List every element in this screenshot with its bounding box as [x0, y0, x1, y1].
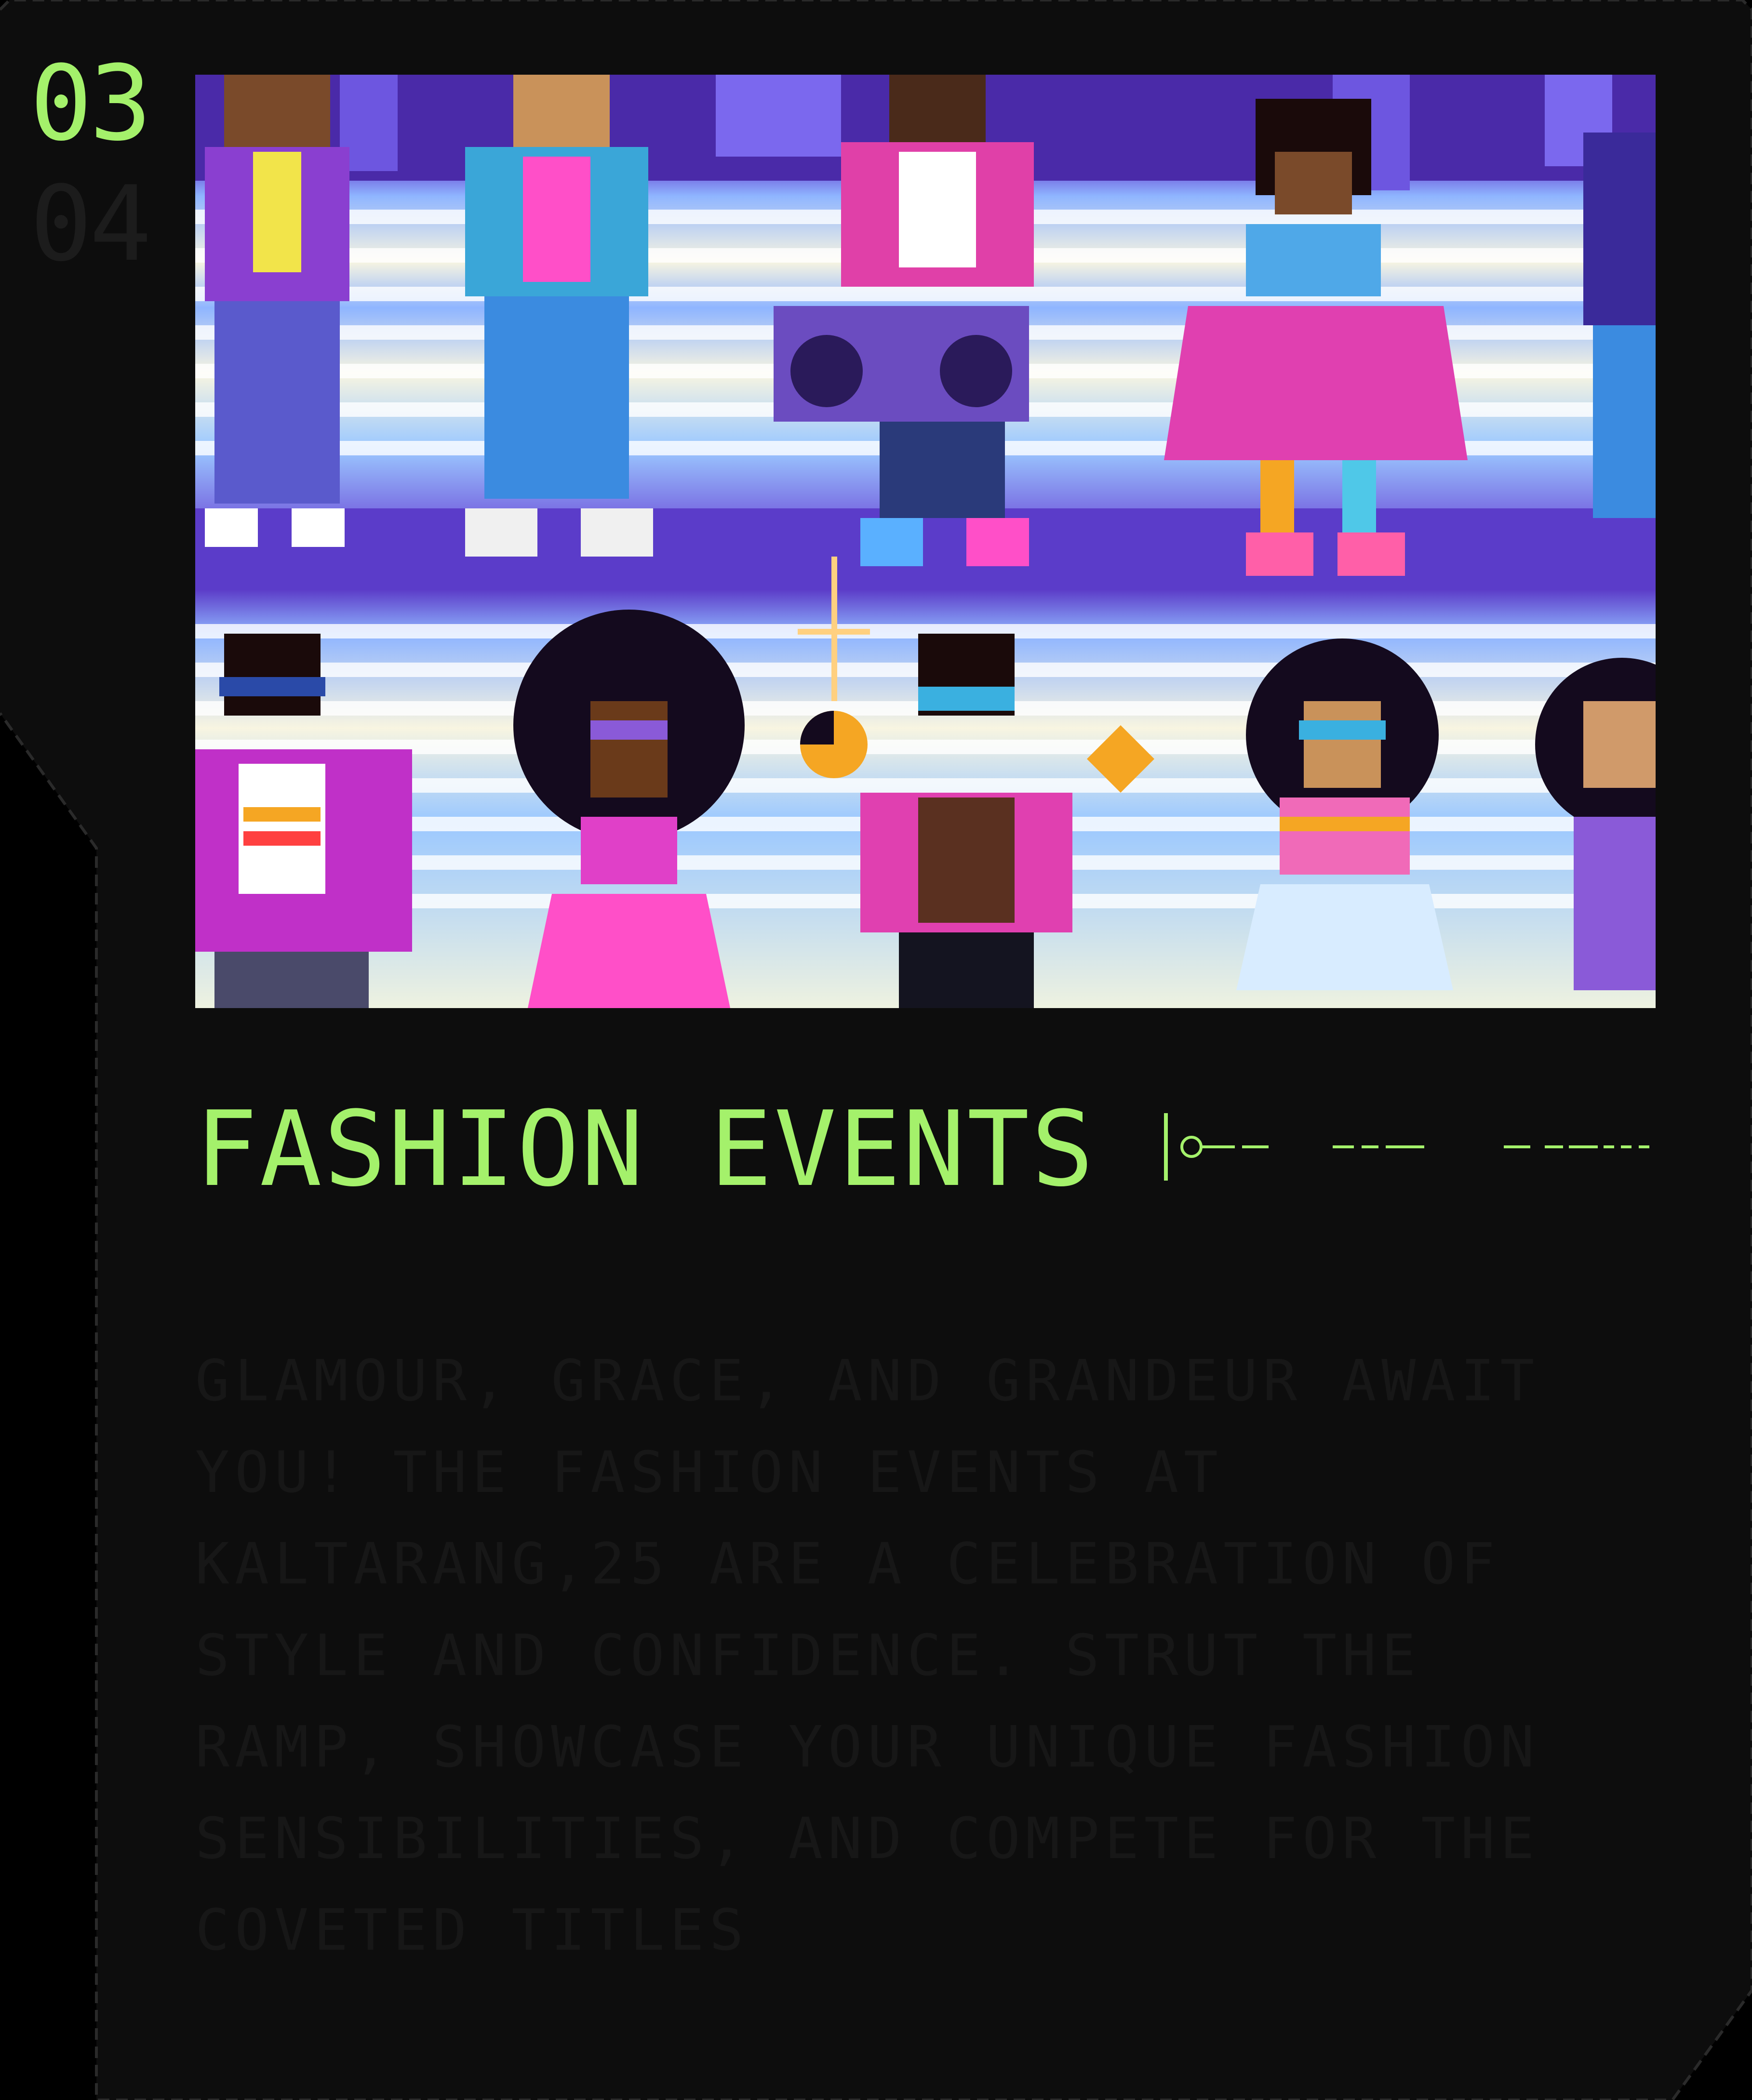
event-title: FASHION EVENTS [195, 1089, 1096, 1209]
event-description: GLAMOUR, GRACE, AND GRANDEUR AWAIT YOU! … [195, 1347, 1540, 1963]
event-image [195, 75, 1656, 1008]
step-indicator: 03 04 [30, 43, 174, 284]
pixel-art-fashion-characters-icon [195, 75, 1656, 1008]
dashed-connector-icon [1164, 1113, 1649, 1181]
event-title-row: FASHION EVENTS [195, 1094, 1658, 1205]
step-next[interactable]: 04 [30, 164, 174, 284]
step-current[interactable]: 03 [30, 43, 174, 164]
